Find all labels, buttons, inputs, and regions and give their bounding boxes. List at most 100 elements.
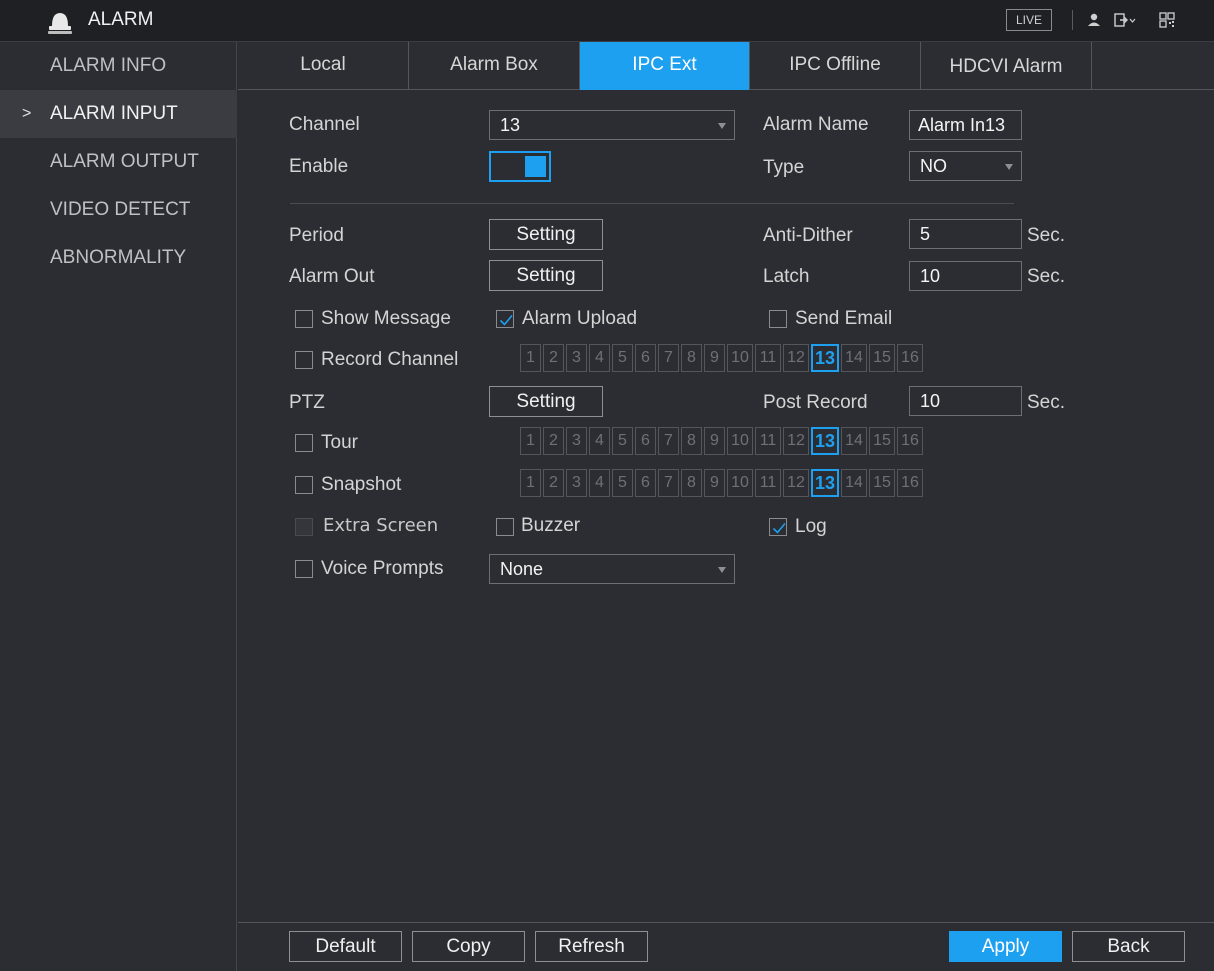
channel-box[interactable]: 16 — [897, 344, 923, 372]
logout-icon[interactable] — [1113, 11, 1137, 29]
tour-checkbox[interactable] — [295, 434, 313, 452]
apply-button[interactable]: Apply — [949, 931, 1062, 962]
channel-box[interactable]: 1 — [520, 469, 541, 497]
channel-box[interactable]: 7 — [658, 469, 679, 497]
sidebar-item-label: ALARM INPUT — [50, 103, 178, 124]
channel-box[interactable]: 6 — [635, 469, 656, 497]
channel-box[interactable]: 12 — [783, 427, 809, 455]
channel-box[interactable]: 5 — [612, 344, 633, 372]
refresh-button[interactable]: Refresh — [535, 931, 648, 962]
channel-box[interactable]: 13 — [811, 344, 839, 372]
sidebar-item-alarm-info[interactable]: ALARM INFO — [0, 42, 237, 90]
channel-box[interactable]: 15 — [869, 469, 895, 497]
channel-box[interactable]: 9 — [704, 427, 725, 455]
channel-box[interactable]: 2 — [543, 344, 564, 372]
channel-box[interactable]: 6 — [635, 344, 656, 372]
channel-box[interactable]: 10 — [727, 344, 753, 372]
live-button[interactable]: LIVE — [1006, 9, 1052, 31]
back-button[interactable]: Back — [1072, 931, 1185, 962]
channel-box[interactable]: 12 — [783, 469, 809, 497]
latch-input[interactable]: 10 — [909, 261, 1022, 291]
ptz-setting-button[interactable]: Setting — [489, 386, 603, 417]
channel-box[interactable]: 7 — [658, 344, 679, 372]
type-select[interactable]: NO — [909, 151, 1022, 181]
anti-dither-input[interactable]: 5 — [909, 219, 1022, 249]
default-button[interactable]: Default — [289, 931, 402, 962]
channel-box[interactable]: 9 — [704, 469, 725, 497]
period-setting-button[interactable]: Setting — [489, 219, 603, 250]
alarm-upload-label: Alarm Upload — [522, 308, 638, 329]
channel-box[interactable]: 10 — [727, 469, 753, 497]
channel-box[interactable]: 16 — [897, 469, 923, 497]
channel-box[interactable]: 14 — [841, 469, 867, 497]
channel-select[interactable]: 13 — [489, 110, 735, 140]
channel-box[interactable]: 14 — [841, 344, 867, 372]
tab-local[interactable]: Local — [238, 42, 409, 90]
sidebar-item-alarm-output[interactable]: ALARM OUTPUT — [0, 138, 237, 186]
type-value: NO — [920, 156, 947, 176]
tab-hdcvi-alarm[interactable]: HDCVI Alarm — [921, 42, 1092, 90]
channel-box[interactable]: 3 — [566, 344, 587, 372]
channel-box[interactable]: 1 — [520, 344, 541, 372]
channel-box[interactable]: 15 — [869, 427, 895, 455]
channel-box[interactable]: 11 — [755, 469, 781, 497]
channel-box[interactable]: 13 — [811, 469, 839, 497]
channel-box[interactable]: 4 — [589, 344, 610, 372]
snapshot-checkbox[interactable] — [295, 476, 313, 494]
channel-box[interactable]: 2 — [543, 427, 564, 455]
sidebar-item-video-detect[interactable]: VIDEO DETECT — [0, 186, 237, 234]
channel-box[interactable]: 8 — [681, 469, 702, 497]
tab-ipc-offline[interactable]: IPC Offline — [750, 42, 921, 90]
post-record-unit: Sec. — [1027, 392, 1066, 413]
channel-box[interactable]: 1 — [520, 427, 541, 455]
latch-label: Latch — [763, 266, 810, 287]
channel-box[interactable]: 5 — [612, 427, 633, 455]
channel-box[interactable]: 9 — [704, 344, 725, 372]
extra-screen-checkbox — [295, 518, 313, 536]
snapshot-label: Snapshot — [321, 474, 402, 495]
period-label: Period — [289, 225, 344, 246]
buzzer-checkbox[interactable] — [496, 518, 514, 536]
channel-box[interactable]: 3 — [566, 469, 587, 497]
channel-box[interactable]: 4 — [589, 427, 610, 455]
channel-box[interactable]: 10 — [727, 427, 753, 455]
channel-box[interactable]: 16 — [897, 427, 923, 455]
ptz-label: PTZ — [289, 392, 325, 413]
sidebar-item-alarm-input[interactable]: > ALARM INPUT — [0, 90, 237, 138]
channel-box[interactable]: 8 — [681, 427, 702, 455]
voice-prompts-label: Voice Prompts — [321, 558, 444, 579]
enable-toggle[interactable] — [489, 151, 551, 182]
alarm-out-setting-button[interactable]: Setting — [489, 260, 603, 291]
alarm-name-label: Alarm Name — [763, 114, 869, 135]
user-icon[interactable] — [1085, 11, 1103, 29]
show-message-checkbox[interactable] — [295, 310, 313, 328]
channel-box[interactable]: 13 — [811, 427, 839, 455]
voice-prompts-select[interactable]: None — [489, 554, 735, 584]
tab-ipc-ext[interactable]: IPC Ext — [580, 42, 750, 90]
alarm-upload-checkbox[interactable] — [496, 310, 514, 328]
alarm-name-input[interactable]: Alarm In13 — [909, 110, 1022, 140]
channel-box[interactable]: 15 — [869, 344, 895, 372]
sidebar-item-abnormality[interactable]: ABNORMALITY — [0, 234, 237, 282]
log-label: Log — [795, 516, 827, 537]
channel-box[interactable]: 14 — [841, 427, 867, 455]
log-checkbox[interactable] — [769, 518, 787, 536]
post-record-input[interactable]: 10 — [909, 386, 1022, 416]
channel-box[interactable]: 3 — [566, 427, 587, 455]
channel-box[interactable]: 7 — [658, 427, 679, 455]
qr-code-icon[interactable] — [1158, 11, 1176, 29]
channel-box[interactable]: 5 — [612, 469, 633, 497]
channel-box[interactable]: 8 — [681, 344, 702, 372]
tab-alarm-box[interactable]: Alarm Box — [409, 42, 580, 90]
channel-box[interactable]: 4 — [589, 469, 610, 497]
channel-box[interactable]: 11 — [755, 344, 781, 372]
channel-box[interactable]: 2 — [543, 469, 564, 497]
record-channel-checkbox[interactable] — [295, 351, 313, 369]
channel-box[interactable]: 11 — [755, 427, 781, 455]
send-email-checkbox[interactable] — [769, 310, 787, 328]
voice-prompts-checkbox[interactable] — [295, 560, 313, 578]
copy-button[interactable]: Copy — [412, 931, 525, 962]
alarm-bell-icon — [48, 13, 72, 34]
channel-box[interactable]: 12 — [783, 344, 809, 372]
channel-box[interactable]: 6 — [635, 427, 656, 455]
